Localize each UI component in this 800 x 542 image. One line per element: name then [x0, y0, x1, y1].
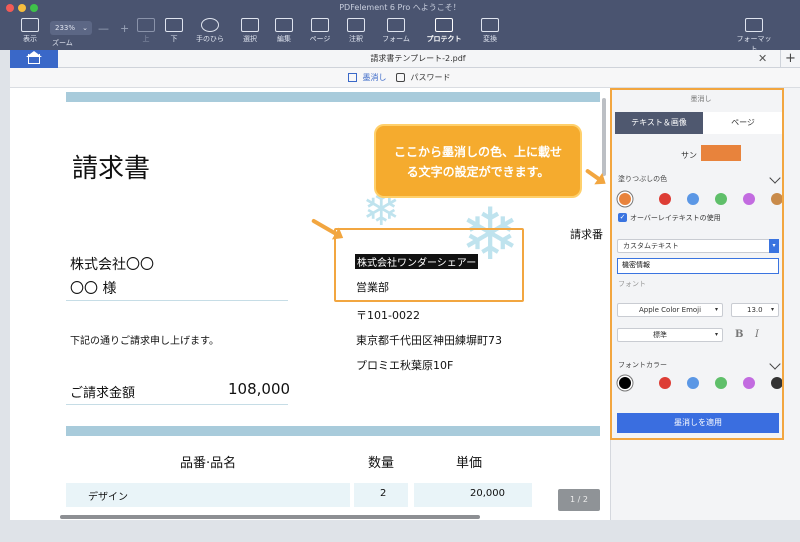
- invoice-number-label: 請求番: [570, 228, 603, 241]
- invoice-note: 下記の通りご請求申し上げます。: [70, 336, 219, 347]
- home-icon-body: [28, 54, 40, 64]
- building: プロミエ秋葉原10F: [356, 359, 454, 372]
- close-tab-icon[interactable]: ✕: [758, 50, 767, 68]
- format-panel-icon: [745, 18, 763, 32]
- postal-code: 〒101-0022: [356, 309, 420, 322]
- horizontal-scrollbar[interactable]: [60, 515, 480, 519]
- sidebar-icon: [21, 18, 39, 32]
- lock-icon: [435, 18, 453, 32]
- page-down-icon: [165, 18, 183, 32]
- callout-line-1: ここから墨消しの色、上に載せ: [393, 145, 562, 159]
- new-tab-button[interactable]: +: [780, 50, 800, 68]
- zoom-select[interactable]: 233% ⌄: [50, 21, 92, 35]
- view-label: 表示: [23, 35, 37, 43]
- comment-label: 注釈: [349, 35, 363, 43]
- table-band: [66, 426, 600, 436]
- redact-label: 墨消し: [362, 73, 387, 82]
- amount-value: 108,000: [228, 380, 291, 398]
- instruction-callout: ここから墨消しの色、上に載せ る文字の設定ができます。: [374, 124, 582, 198]
- edit-button[interactable]: 編集: [264, 18, 304, 44]
- page-indicator: 1 / 2: [558, 489, 600, 511]
- address: 東京都千代田区神田練塀町73: [356, 334, 502, 347]
- convert-button[interactable]: 変換: [470, 18, 510, 44]
- table-header-price: 単価: [456, 456, 483, 471]
- edit-icon: [275, 18, 293, 32]
- panel-highlight-frame: [610, 88, 784, 440]
- tab-document[interactable]: 請求書テンプレート-2.pdf: [58, 50, 778, 68]
- toolbar: PDFelement 6 Pro へようこそ！ 表示 233% ⌄ ズーム — …: [0, 0, 800, 53]
- table-header-item: 品番·品名: [180, 456, 237, 471]
- password-button[interactable]: パスワード: [396, 72, 451, 83]
- cursor-icon: [241, 18, 259, 32]
- redaction-highlight-frame: [334, 228, 524, 302]
- page-down-button[interactable]: 下: [154, 18, 194, 44]
- select-label: 選択: [243, 35, 257, 43]
- row-qty: 2: [380, 488, 387, 499]
- password-label: パスワード: [410, 73, 451, 82]
- redact-icon: [348, 73, 357, 82]
- up-label: 上: [142, 35, 150, 43]
- home-tab[interactable]: [10, 50, 58, 68]
- format-button[interactable]: フォーマット: [734, 18, 774, 54]
- protect-button[interactable]: プロテクト: [424, 18, 464, 44]
- zoom-out-button[interactable]: —: [98, 22, 109, 35]
- row-price: 20,000: [470, 488, 505, 499]
- company-name: 株式会社〇〇: [70, 257, 154, 273]
- comment-button[interactable]: 注釈: [336, 18, 376, 44]
- customer-underline: [66, 300, 288, 301]
- form-label: フォーム: [382, 35, 410, 43]
- page-label: ページ: [309, 35, 331, 43]
- header-band: [66, 92, 600, 102]
- comment-icon: [347, 18, 365, 32]
- protect-label: プロテクト: [426, 35, 462, 43]
- lock-icon: [396, 73, 405, 82]
- app-title: PDFelement 6 Pro へようこそ！: [339, 3, 461, 12]
- view-button[interactable]: 表示: [10, 18, 50, 44]
- table-header-qty: 数量: [368, 456, 395, 471]
- page-button[interactable]: ページ: [300, 18, 340, 44]
- convert-icon: [481, 18, 499, 32]
- amount-label: ご請求金額: [70, 386, 136, 401]
- callout-line-2: る文字の設定ができます。: [406, 165, 550, 179]
- customer-name: 〇〇 様: [70, 281, 117, 297]
- zoom-label: ズーム: [52, 39, 73, 47]
- down-label: 下: [170, 35, 178, 43]
- amount-underline: [66, 404, 288, 405]
- invoice-title: 請求書: [72, 154, 151, 184]
- vertical-scrollbar[interactable]: [602, 98, 606, 176]
- tab-bar: 請求書テンプレート-2.pdf ✕ +: [10, 50, 800, 68]
- convert-label: 変換: [483, 35, 497, 43]
- form-icon: [387, 18, 405, 32]
- hand-label: 手のひら: [196, 35, 224, 43]
- protect-subtoolbar: 墨消し パスワード: [10, 68, 800, 88]
- app-window: PDFelement 6 Pro へようこそ！ 表示 233% ⌄ ズーム — …: [0, 0, 800, 542]
- chevron-down-icon: ⌄: [82, 24, 88, 32]
- redact-button[interactable]: 墨消し: [348, 72, 387, 83]
- page-up-icon: [137, 18, 155, 32]
- edit-label: 編集: [277, 35, 291, 43]
- hand-tool-button[interactable]: 手のひら: [190, 18, 230, 44]
- hand-icon: [201, 18, 219, 32]
- row-item: デザイン: [88, 492, 128, 503]
- form-button[interactable]: フォーム: [376, 18, 416, 44]
- zoom-value: 233%: [55, 24, 76, 32]
- page-icon: [311, 18, 329, 32]
